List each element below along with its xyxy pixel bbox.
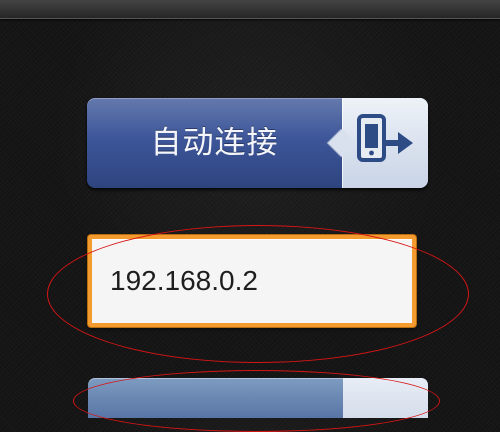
secondary-action-button[interactable] [88, 378, 428, 418]
auto-connect-button[interactable]: 自动连接 [87, 98, 428, 188]
secondary-action-icon-panel [343, 378, 428, 418]
auto-connect-label: 自动连接 [150, 125, 279, 161]
top-status-bar [0, 0, 500, 19]
auto-connect-icon-panel [342, 98, 428, 188]
phone-arrow-icon [357, 114, 413, 162]
ip-address-field[interactable] [88, 235, 416, 327]
